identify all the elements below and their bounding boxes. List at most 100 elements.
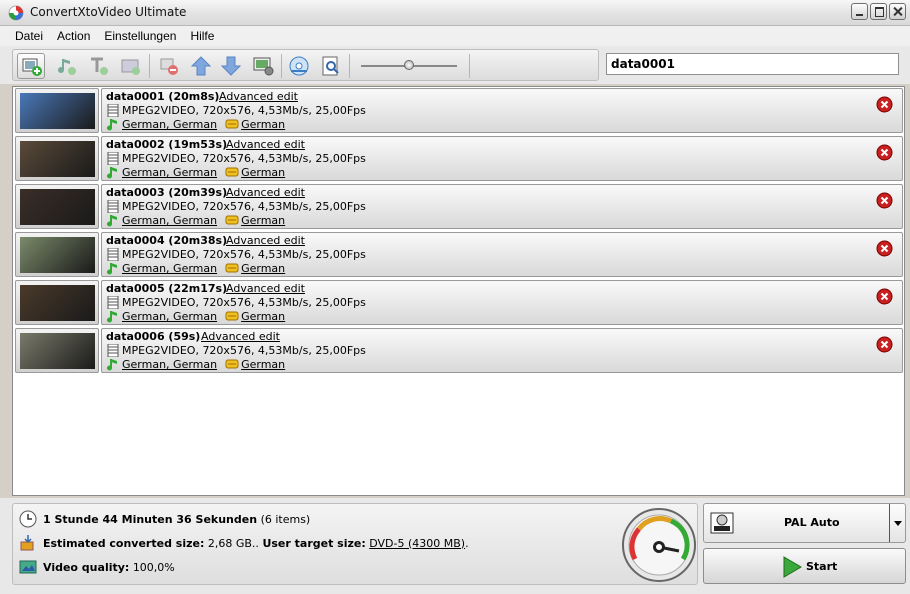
move-down-button[interactable]	[217, 53, 245, 79]
add-subtitle-button[interactable]	[85, 53, 113, 79]
file-info[interactable]: data0003 (20m39s) Advanced edit MPEG2VID…	[101, 184, 903, 229]
subtitle-link[interactable]: German	[241, 358, 285, 371]
menu-einstellungen[interactable]: Einstellungen	[97, 26, 183, 46]
toolbar	[0, 46, 910, 84]
remove-file-icon[interactable]	[876, 240, 893, 257]
subtitle-link[interactable]: German	[241, 262, 285, 275]
audio-track-link[interactable]: German, German	[122, 118, 217, 131]
settings-icon	[253, 57, 274, 76]
remove-button[interactable]	[155, 53, 183, 79]
estimated-size-label: Estimated converted size:	[43, 536, 205, 550]
remove-file-icon[interactable]	[876, 192, 893, 209]
output-preset-dropdown[interactable]: PAL Auto	[703, 503, 906, 543]
advanced-edit-link[interactable]: Advanced edit	[201, 330, 280, 343]
file-info[interactable]: data0001 (20m8s) Advanced edit MPEG2VIDE…	[101, 88, 903, 133]
add-audio-icon	[58, 59, 76, 75]
advanced-edit-link[interactable]: Advanced edit	[226, 138, 305, 151]
menu-hilfe[interactable]: Hilfe	[183, 26, 221, 46]
thumbnail-image	[20, 93, 95, 129]
file-row[interactable]: data0001 (20m8s) Advanced edit MPEG2VIDE…	[14, 88, 903, 133]
file-row[interactable]: data0006 (59s) Advanced edit MPEG2VIDEO,…	[14, 328, 903, 373]
audio-track-icon	[107, 263, 117, 275]
track-info: German, German German	[106, 262, 285, 275]
audio-track-link[interactable]: German, German	[122, 166, 217, 179]
quality-slider-thumb[interactable]	[404, 60, 414, 70]
menu-bar: Datei Action Einstellungen Hilfe	[0, 26, 910, 46]
file-row[interactable]: data0005 (22m17s) Advanced edit MPEG2VID…	[14, 280, 903, 325]
thumbnail-image	[20, 237, 95, 273]
app-icon	[8, 5, 24, 21]
settings-button[interactable]	[249, 53, 277, 79]
subtitle-link[interactable]: German	[241, 118, 285, 131]
advanced-edit-link[interactable]: Advanced edit	[219, 90, 298, 103]
minimize-button[interactable]	[851, 3, 868, 20]
track-info: German, German German	[106, 166, 285, 179]
audio-track-link[interactable]: German, German	[122, 214, 217, 227]
video-info: MPEG2VIDEO, 720x576, 4,53Mb/s, 25,00Fps	[106, 296, 366, 309]
target-size-link[interactable]: DVD-5 (4300 MB)	[369, 537, 465, 550]
add-file-button[interactable]	[17, 53, 45, 79]
audio-track-link[interactable]: German, German	[122, 358, 217, 371]
film-icon	[107, 248, 119, 261]
audio-track-icon	[107, 311, 117, 323]
file-thumbnail[interactable]	[15, 136, 99, 181]
file-info[interactable]: data0005 (22m17s) Advanced edit MPEG2VID…	[101, 280, 903, 325]
add-chapter-button[interactable]	[117, 53, 145, 79]
menu-action[interactable]: Action	[50, 26, 97, 46]
size-row: Estimated converted size: 2,68 GB.. User…	[19, 534, 469, 552]
remove-file-icon[interactable]	[876, 288, 893, 305]
estimated-size-value: 2,68 GB..	[207, 536, 259, 550]
add-file-icon	[22, 58, 42, 76]
menu-datei[interactable]: Datei	[8, 26, 50, 46]
preview-button[interactable]	[317, 53, 345, 79]
file-name: data0005 (22m17s)	[106, 282, 228, 295]
file-info[interactable]: data0006 (59s) Advanced edit MPEG2VIDEO,…	[101, 328, 903, 373]
video-details: MPEG2VIDEO, 720x576, 4,53Mb/s, 25,00Fps	[122, 152, 366, 165]
advanced-edit-link[interactable]: Advanced edit	[226, 282, 305, 295]
file-info[interactable]: data0002 (19m53s) Advanced edit MPEG2VID…	[101, 136, 903, 181]
remove-file-icon[interactable]	[876, 144, 893, 161]
move-up-button[interactable]	[187, 53, 215, 79]
film-icon	[107, 200, 119, 213]
audio-track-link[interactable]: German, German	[122, 262, 217, 275]
file-thumbnail[interactable]	[15, 280, 99, 325]
subtitle-link[interactable]: German	[241, 214, 285, 227]
burn-disc-button[interactable]	[285, 53, 313, 79]
preview-icon	[322, 56, 339, 76]
subtitle-link[interactable]: German	[241, 166, 285, 179]
preset-label: PAL Auto	[784, 516, 840, 529]
subtitle-icon	[225, 119, 239, 129]
advanced-edit-link[interactable]: Advanced edit	[226, 186, 305, 199]
file-thumbnail[interactable]	[15, 184, 99, 229]
move-up-icon	[190, 56, 212, 76]
thumbnail-image	[20, 141, 95, 177]
quality-gauge-icon	[622, 508, 696, 582]
file-list[interactable]: data0001 (20m8s) Advanced edit MPEG2VIDE…	[12, 86, 905, 496]
remove-file-icon[interactable]	[876, 96, 893, 113]
file-thumbnail[interactable]	[15, 88, 99, 133]
advanced-edit-link[interactable]: Advanced edit	[226, 234, 305, 247]
remove-file-icon[interactable]	[876, 336, 893, 353]
subtitle-link[interactable]: German	[241, 310, 285, 323]
disk-size-icon	[20, 535, 34, 551]
file-row[interactable]: data0004 (20m38s) Advanced edit MPEG2VID…	[14, 232, 903, 277]
subtitle-icon	[225, 215, 239, 225]
add-audio-button[interactable]	[53, 53, 81, 79]
close-button[interactable]	[889, 3, 906, 20]
maximize-button[interactable]	[870, 3, 887, 20]
audio-track-link[interactable]: German, German	[122, 310, 217, 323]
file-thumbnail[interactable]	[15, 232, 99, 277]
chevron-down-icon[interactable]	[889, 504, 905, 542]
file-row[interactable]: data0002 (19m53s) Advanced edit MPEG2VID…	[14, 136, 903, 181]
file-row[interactable]: data0003 (20m39s) Advanced edit MPEG2VID…	[14, 184, 903, 229]
video-info: MPEG2VIDEO, 720x576, 4,53Mb/s, 25,00Fps	[106, 152, 366, 165]
file-info[interactable]: data0004 (20m38s) Advanced edit MPEG2VID…	[101, 232, 903, 277]
video-info: MPEG2VIDEO, 720x576, 4,53Mb/s, 25,00Fps	[106, 344, 366, 357]
video-quality-label: Video quality:	[43, 560, 130, 574]
thumbnail-image	[20, 333, 95, 369]
subtitle-icon	[225, 311, 239, 321]
search-input[interactable]	[606, 53, 899, 75]
file-name: data0006 (59s)	[106, 330, 201, 343]
file-thumbnail[interactable]	[15, 328, 99, 373]
start-button[interactable]: Start	[703, 548, 906, 584]
